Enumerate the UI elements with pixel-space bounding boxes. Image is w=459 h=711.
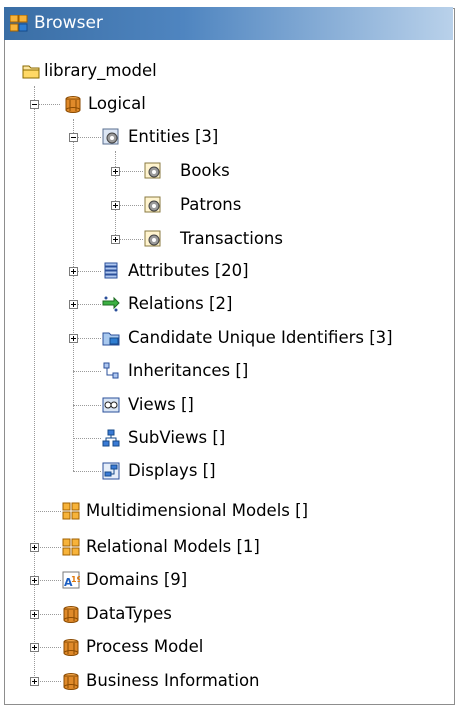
tree-item-label: Process Model [86, 637, 204, 656]
tree-connector [119, 205, 143, 206]
tree-item-process-model[interactable]: Process Model [62, 630, 362, 664]
package-icon [63, 673, 79, 690]
browser-tree: library_model Logical Entities [3] Books [0, 0, 459, 711]
inheritance-icon [103, 362, 119, 379]
tree-item-label: DataTypes [86, 604, 172, 623]
expand-toggle[interactable] [111, 201, 120, 210]
tree-connector [34, 86, 35, 686]
tree-connector [38, 580, 61, 581]
tree-item-logical[interactable]: Logical [64, 87, 264, 121]
collapse-toggle[interactable] [69, 133, 78, 142]
tree-connector [73, 119, 74, 471]
tree-item-label: Logical [88, 94, 146, 113]
tree-item-label: Patrons [180, 195, 242, 214]
tree-item-label: SubViews [] [128, 428, 226, 447]
tree-item-displays[interactable]: Displays [] [102, 454, 302, 488]
expand-toggle[interactable] [69, 334, 78, 343]
tree-item-transactions[interactable]: Transactions [144, 222, 344, 256]
tree-item-label: Entities [3] [128, 127, 219, 146]
tree-connector [38, 647, 61, 648]
displays-icon [102, 462, 120, 480]
entity-icon [144, 196, 161, 213]
tree-item-label: Transactions [180, 229, 283, 248]
collapse-toggle[interactable] [30, 100, 39, 109]
tree-item-relations[interactable]: Relations [2] [102, 287, 302, 321]
tree-item-domains[interactable]: A 19 Domains [9] [62, 563, 362, 597]
tree-item-label: Inheritances [] [128, 361, 249, 380]
tree-connector [73, 371, 101, 372]
expand-toggle[interactable] [69, 300, 78, 309]
tree-connector [77, 338, 101, 339]
expand-toggle[interactable] [30, 576, 39, 585]
tree-item-subviews[interactable]: SubViews [] [102, 421, 302, 455]
tree-item-views[interactable]: Views [] [102, 388, 302, 422]
tree-connector [38, 614, 61, 615]
domains-icon: A 19 [62, 571, 80, 589]
folder-icon [22, 65, 40, 79]
tree-item-library-model[interactable]: library_model [22, 54, 322, 88]
tree-item-label: library_model [44, 61, 157, 80]
tree-connector [73, 471, 101, 472]
tree-item-books[interactable]: Books [144, 154, 344, 188]
grid-icon [62, 502, 80, 520]
tree-item-label: Multidimensional Models [] [86, 501, 309, 520]
views-icon [102, 397, 120, 413]
tree-connector [38, 547, 61, 548]
expand-toggle[interactable] [69, 267, 78, 276]
subviews-icon [102, 429, 120, 447]
grid-icon [62, 538, 80, 556]
expand-toggle[interactable] [111, 235, 120, 244]
tree-item-label: Business Information [86, 671, 260, 690]
tree-connector [77, 304, 101, 305]
tree-item-label: Relational Models [1] [86, 537, 260, 556]
expand-toggle[interactable] [111, 167, 120, 176]
tree-connector [77, 137, 101, 138]
tree-connector [119, 171, 143, 172]
package-icon [65, 96, 81, 113]
entity-folder-icon [102, 128, 119, 145]
identifiers-icon [102, 332, 120, 346]
tree-item-label: Attributes [20] [128, 261, 249, 280]
expand-toggle[interactable] [30, 643, 39, 652]
entity-icon [144, 162, 161, 179]
package-icon [63, 606, 79, 623]
tree-item-label: Books [180, 161, 230, 180]
tree-item-candidate-unique-identifiers[interactable]: Candidate Unique Identifiers [3] [102, 321, 452, 355]
tree-item-label: Candidate Unique Identifiers [3] [128, 328, 393, 347]
entity-icon [144, 230, 161, 247]
tree-connector [38, 681, 61, 682]
relations-icon [102, 296, 120, 312]
tree-connector [115, 151, 116, 239]
expand-toggle[interactable] [30, 543, 39, 552]
tree-item-inheritances[interactable]: Inheritances [] [102, 354, 302, 388]
expand-toggle[interactable] [30, 610, 39, 619]
tree-connector [119, 239, 143, 240]
tree-item-datatypes[interactable]: DataTypes [62, 597, 362, 631]
svg-text:19: 19 [71, 575, 80, 584]
tree-item-multidimensional-models[interactable]: Multidimensional Models [] [62, 494, 412, 528]
tree-item-label: Displays [] [128, 461, 216, 480]
tree-item-relational-models[interactable]: Relational Models [1] [62, 530, 362, 564]
tree-connector [38, 104, 60, 105]
tree-connector [77, 271, 101, 272]
tree-item-business-information[interactable]: Business Information [62, 664, 362, 698]
tree-item-attributes[interactable]: Attributes [20] [102, 254, 302, 288]
tree-item-label: Relations [2] [128, 294, 233, 313]
tree-connector [73, 405, 101, 406]
expand-toggle[interactable] [30, 677, 39, 686]
tree-connector [34, 511, 61, 512]
attributes-icon [104, 262, 118, 279]
package-icon [63, 639, 79, 656]
tree-item-label: Views [] [128, 395, 194, 414]
tree-item-patrons[interactable]: Patrons [144, 188, 344, 222]
tree-item-label: Domains [9] [86, 570, 188, 589]
tree-connector [73, 438, 101, 439]
tree-item-entities[interactable]: Entities [3] [102, 120, 302, 154]
